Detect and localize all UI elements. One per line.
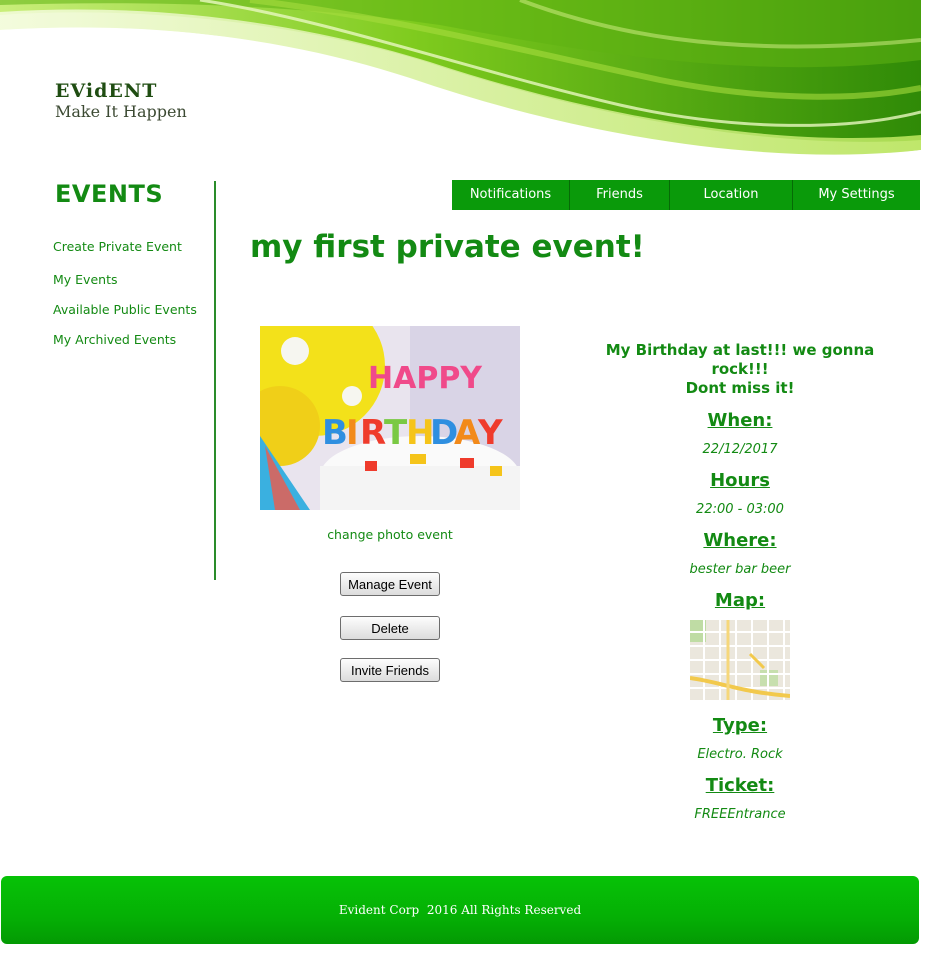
nav-my-settings[interactable]: My Settings <box>793 180 920 210</box>
svg-text:A: A <box>454 413 481 453</box>
description-line-2: Dont miss it! <box>685 379 795 397</box>
sidebar-item-my-archived-events[interactable]: My Archived Events <box>53 332 176 347</box>
svg-text:B: B <box>322 413 348 453</box>
footer: Evident Corp 2016 All Rights Reserved <box>1 876 919 944</box>
map-icon <box>690 620 790 700</box>
logo-tagline: Make It Happen <box>55 102 187 121</box>
when-label: When: <box>707 410 773 431</box>
where-value: bester bar beer <box>689 562 791 577</box>
svg-text:I: I <box>346 413 359 453</box>
birthday-cake-photo-icon: HAPPY B I R T H D A Y <box>260 326 520 510</box>
where-label: Where: <box>703 530 777 551</box>
header-banner: EVidENT Make It Happen <box>0 0 921 172</box>
svg-text:R: R <box>360 413 386 453</box>
sidebar-item-my-events[interactable]: My Events <box>53 272 117 287</box>
map-thumbnail[interactable] <box>690 620 790 700</box>
nav-notifications[interactable]: Notifications <box>452 180 570 210</box>
sidebar-item-available-public-events[interactable]: Available Public Events <box>53 302 197 317</box>
ticket-value: FREEEntrance <box>694 807 786 822</box>
nav-location[interactable]: Location <box>670 180 793 210</box>
sidebar-item-create-private-event[interactable]: Create Private Event <box>53 239 182 254</box>
delete-button[interactable]: Delete <box>340 616 440 640</box>
event-description: My Birthday at last!!! we gonna rock!!! … <box>590 341 890 398</box>
event-photo: HAPPY B I R T H D A Y <box>260 326 520 510</box>
top-nav: Notifications Friends Location My Settin… <box>452 180 920 210</box>
invite-friends-button[interactable]: Invite Friends <box>340 658 440 682</box>
footer-copyright: Evident Corp 2016 All Rights Reserved <box>338 903 582 917</box>
change-photo-link[interactable]: change photo event <box>260 527 520 542</box>
ticket-label: Ticket: <box>705 775 775 796</box>
event-title: my first private event! <box>250 229 645 265</box>
svg-text:T: T <box>384 413 408 453</box>
type-label: Type: <box>712 715 768 736</box>
svg-text:HAPPY: HAPPY <box>368 361 483 396</box>
description-line-1: My Birthday at last!!! we gonna rock!!! <box>605 341 875 378</box>
logo-title: EVidENT <box>55 80 158 102</box>
hours-value: 22:00 - 03:00 <box>696 502 784 517</box>
sidebar-divider <box>214 181 216 580</box>
nav-friends[interactable]: Friends <box>570 180 670 210</box>
manage-event-button[interactable]: Manage Event <box>340 572 440 596</box>
hours-label: Hours <box>710 470 770 491</box>
type-value: Electro. Rock <box>697 747 783 762</box>
svg-text:Y: Y <box>477 413 503 453</box>
map-label: Map: <box>714 590 766 611</box>
sidebar-title: EVENTS <box>55 180 164 208</box>
when-value: 22/12/2017 <box>702 442 778 457</box>
